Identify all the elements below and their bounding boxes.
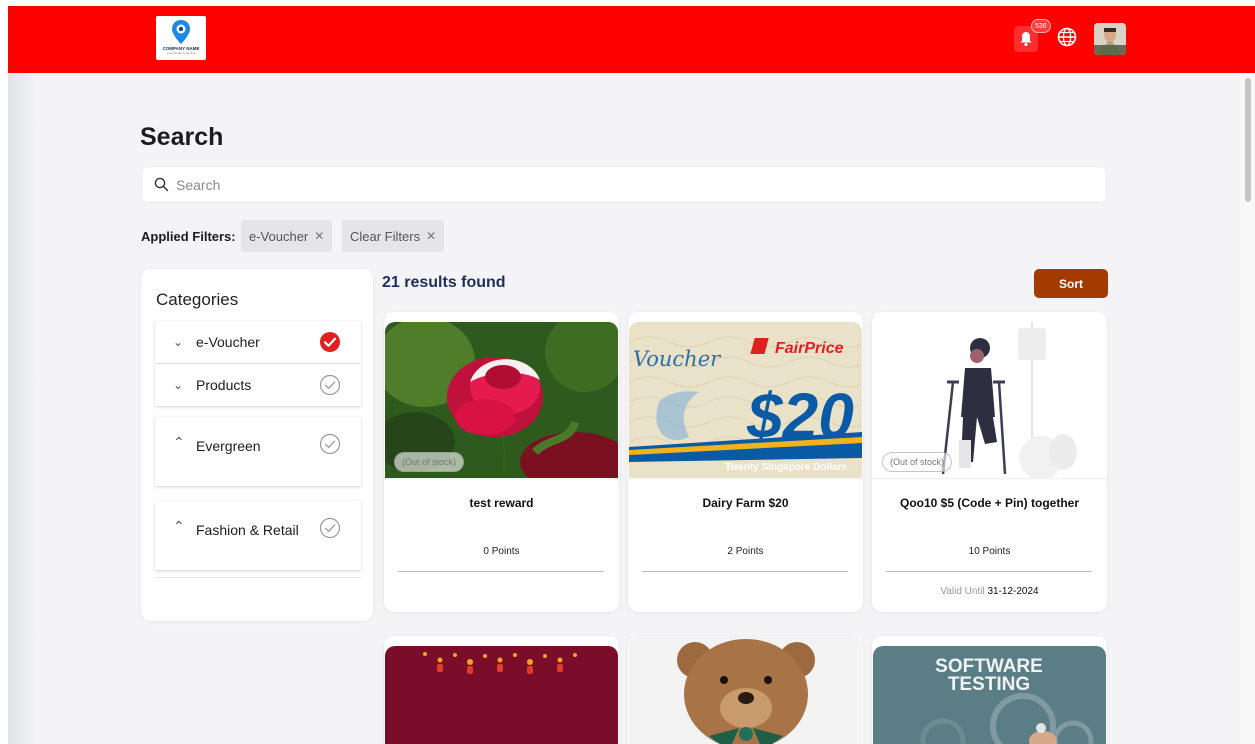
search-input[interactable]	[176, 167, 1076, 202]
bell-icon	[1020, 32, 1032, 47]
top-navbar: COMPANY NAME your slogan & tag line 536	[8, 6, 1255, 73]
category-label: e-Voucher	[196, 334, 260, 350]
card-rule	[398, 571, 604, 572]
category-item-e-voucher[interactable]: ⌄ e-Voucher	[155, 321, 361, 363]
reward-card[interactable]	[384, 636, 619, 744]
close-icon[interactable]: ✕	[314, 229, 324, 243]
clear-filters-chip[interactable]: Clear Filters ✕	[342, 220, 445, 252]
voucher-word-text: Voucher	[633, 347, 722, 371]
location-pin-icon	[172, 20, 190, 44]
filter-chip-label: Clear Filters	[350, 228, 421, 244]
valid-until-label: Valid Until	[940, 586, 985, 597]
sort-button[interactable]: Sort	[1034, 269, 1108, 298]
reward-card-test-reward[interactable]: (Out of stock) test reward 0 Points	[384, 312, 619, 612]
reward-points: 0 Points	[483, 546, 520, 557]
user-avatar[interactable]	[1094, 23, 1126, 55]
check-circle-filled-icon[interactable]	[319, 331, 341, 353]
card-divider	[384, 478, 619, 481]
search-box[interactable]	[141, 166, 1107, 203]
reward-card[interactable]: SOFTWARE TESTING	[872, 636, 1107, 744]
check-circle-icon[interactable]	[319, 517, 341, 539]
reward-card[interactable]	[628, 636, 863, 744]
card-rule	[886, 571, 1092, 572]
card-divider	[628, 478, 863, 481]
company-logo[interactable]: COMPANY NAME your slogan & tag line	[156, 16, 206, 60]
chevron-up-icon[interactable]: ⌃	[173, 434, 185, 451]
categories-panel: Categories ⌄ e-Voucher ⌄ Products ⌃ Ever…	[141, 269, 373, 621]
search-icon	[154, 177, 169, 192]
voucher-brand-text: FairPrice	[775, 340, 844, 357]
chevron-up-icon[interactable]: ⌃	[173, 518, 185, 535]
reward-name: Dairy Farm $20	[702, 496, 789, 510]
teddy-bear-image	[629, 636, 862, 744]
out-of-stock-badge: (Out of stock)	[882, 452, 953, 472]
category-item-products[interactable]: ⌄ Products	[155, 364, 361, 406]
reward-name: test reward	[469, 496, 534, 510]
out-of-stock-badge: (Out of stock)	[394, 452, 465, 472]
reward-name: Qoo10 $5 (Code + Pin) together	[899, 496, 1080, 510]
software-testing-image: SOFTWARE TESTING	[873, 646, 1106, 744]
categories-title: Categories	[156, 290, 239, 309]
reward-points: 10 Points	[968, 546, 1011, 557]
avatar-image	[1094, 23, 1126, 55]
voucher-amount-text: $20	[746, 380, 854, 452]
category-item-fashion-retail[interactable]: ⌃ Fashion & Retail	[155, 501, 361, 570]
filter-chip-label: e-Voucher	[249, 228, 309, 244]
chevron-down-icon[interactable]: ⌄	[173, 378, 183, 392]
reward-points: 2 Points	[727, 546, 764, 557]
applied-filters-label: Applied Filters:	[141, 229, 236, 244]
image-text-testing: TESTING	[948, 674, 1030, 695]
globe-icon[interactable]	[1056, 26, 1078, 48]
reward-image-red-festive-banner	[385, 646, 618, 744]
chevron-down-icon[interactable]: ⌄	[173, 335, 183, 349]
check-circle-icon[interactable]	[319, 433, 341, 455]
reward-card-dairy-farm[interactable]: Voucher FairPrice $20 Twenty Singapore D…	[628, 312, 863, 612]
reward-image-fairprice-voucher: Voucher FairPrice $20 Twenty Singapore D…	[629, 322, 862, 478]
voucher-image: Voucher FairPrice $20 Twenty Singapore D…	[629, 322, 862, 478]
category-label: Fashion & Retail	[196, 522, 299, 538]
festive-banner-image	[385, 646, 618, 744]
scrollbar-thumb[interactable]	[1245, 78, 1251, 202]
valid-until: Valid Until 31-12-2024	[872, 586, 1107, 597]
category-item-evergreen[interactable]: ⌃ Evergreen	[155, 417, 361, 486]
results-count: 21 results found	[382, 274, 506, 291]
check-circle-icon[interactable]	[319, 374, 341, 396]
close-icon[interactable]: ✕	[426, 229, 436, 243]
reward-image-person-on-crutches: (Out of stock)	[873, 322, 1106, 478]
card-divider	[872, 478, 1107, 481]
filter-chip-e-voucher[interactable]: e-Voucher ✕	[241, 220, 333, 252]
reward-image-red-rose: (Out of stock)	[385, 322, 618, 478]
voucher-caption-text: Twenty Singapore Dollars	[725, 462, 847, 473]
divider	[155, 577, 361, 578]
left-shade	[8, 73, 38, 744]
logo-subtext: your slogan & tag line	[166, 51, 196, 55]
notification-count-badge: 536	[1031, 19, 1051, 33]
reward-image-software-testing: SOFTWARE TESTING	[873, 646, 1106, 744]
valid-until-date: 31-12-2024	[987, 586, 1039, 597]
card-rule	[642, 571, 848, 572]
reward-card-qoo10[interactable]: (Out of stock) Qoo10 $5 (Code + Pin) tog…	[872, 312, 1107, 612]
category-label: Products	[196, 377, 252, 393]
app-window: COMPANY NAME your slogan & tag line 536	[8, 6, 1255, 744]
page-title: Search	[140, 123, 224, 151]
category-label: Evergreen	[196, 438, 261, 454]
reward-image-teddy-bear	[629, 636, 862, 744]
